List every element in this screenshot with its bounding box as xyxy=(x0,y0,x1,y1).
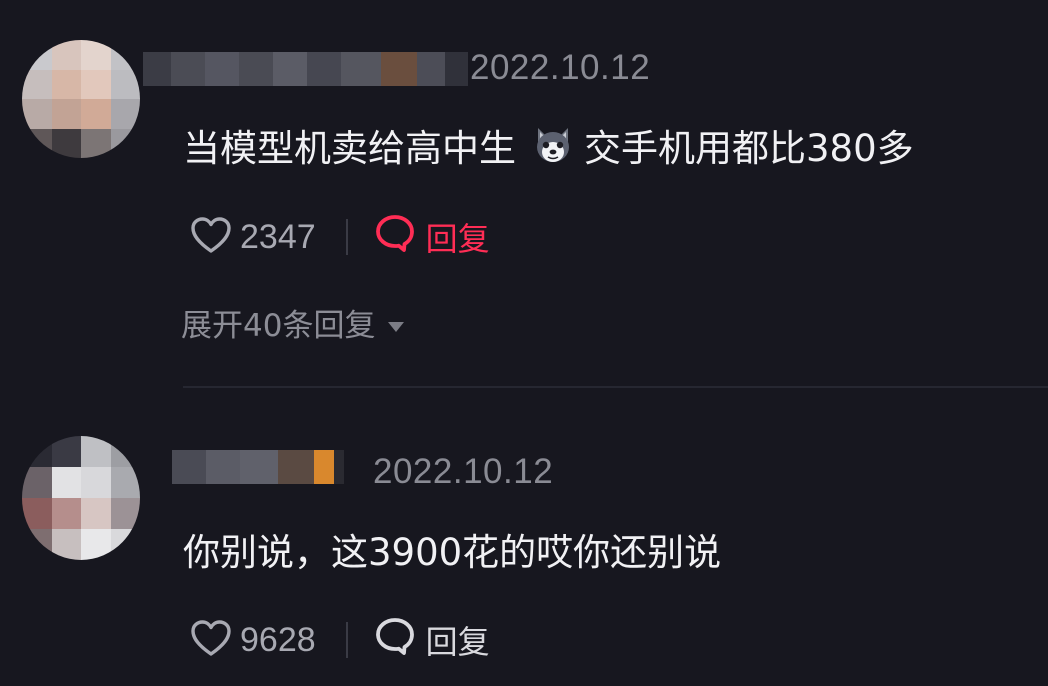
reply-label: 回复 xyxy=(425,623,490,661)
comment-text-part: 当模型机卖给高中生 xyxy=(183,127,516,170)
comment-actions: 2347 回复 xyxy=(190,214,490,260)
reply-label: 回复 xyxy=(425,220,490,258)
heart-icon xyxy=(190,216,232,258)
triangle-down-icon xyxy=(387,305,405,341)
comment-date: 2022.10.12 xyxy=(373,452,554,491)
comment-text: 当模型机卖给高中生 交手机用都比380多 xyxy=(183,122,914,170)
avatar[interactable] xyxy=(22,436,140,560)
username-blurred[interactable] xyxy=(172,450,344,484)
reply-button[interactable]: 回复 xyxy=(374,615,490,665)
action-separator xyxy=(345,622,348,658)
comment-date: 2022.10.12 xyxy=(470,48,651,87)
avatar[interactable] xyxy=(22,40,140,158)
comment-text: 你别说，这3900花的哎你还别说 xyxy=(183,531,722,574)
comment-item: 2022.10.12 你别说，这3900花的哎你还别说 9628 回复 xyxy=(0,388,1048,686)
speech-bubble-icon xyxy=(374,212,416,262)
reply-button[interactable]: 回复 xyxy=(374,212,490,262)
expand-replies-button[interactable]: 展开40条回复 xyxy=(181,300,405,345)
like-button[interactable]: 2347 xyxy=(190,216,316,258)
like-count: 2347 xyxy=(240,217,316,256)
like-button[interactable]: 9628 xyxy=(190,619,316,661)
action-separator xyxy=(345,219,348,255)
comment-text-part: 交手机用都比380多 xyxy=(584,127,914,170)
heart-icon xyxy=(190,619,232,661)
husky-face-emoji-icon xyxy=(532,124,574,166)
expand-replies-label: 展开40条回复 xyxy=(181,308,376,344)
comment-actions: 9628 回复 xyxy=(190,617,490,663)
comment-list: 2022.10.12 当模型机卖给高中生 交手机用都比380多 2347 回复 … xyxy=(0,0,1048,686)
comment-item: 2022.10.12 当模型机卖给高中生 交手机用都比380多 2347 回复 … xyxy=(0,0,1048,386)
like-count: 9628 xyxy=(240,620,316,659)
speech-bubble-icon xyxy=(374,615,416,665)
username-blurred[interactable] xyxy=(143,52,468,86)
